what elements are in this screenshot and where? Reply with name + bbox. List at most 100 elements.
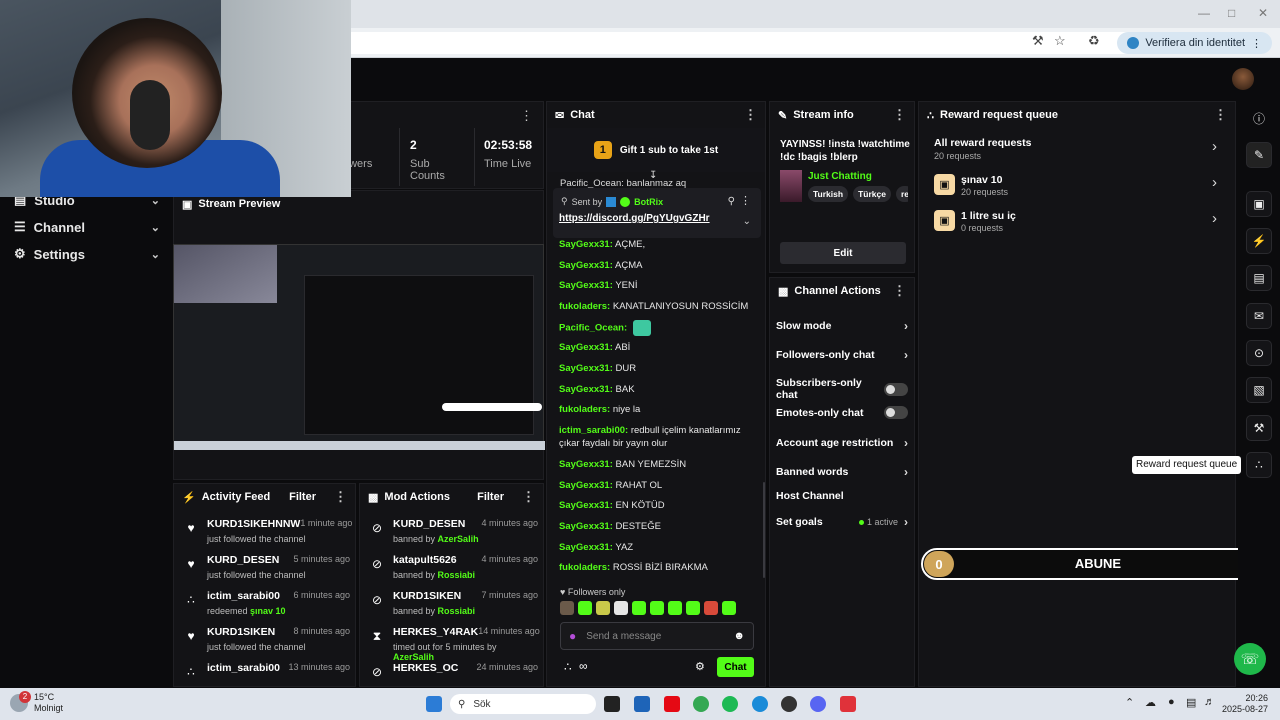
feed-item-name[interactable]: katapult5626 — [393, 554, 457, 566]
chat-username[interactable]: SayGexx31: — [559, 363, 613, 374]
kebab-icon[interactable]: ⋮ — [334, 489, 347, 505]
subscribers-only-toggle[interactable] — [884, 382, 908, 396]
store-icon[interactable] — [634, 696, 650, 712]
feed-item-highlight[interactable]: AzerSalih — [438, 534, 479, 544]
gear-icon[interactable]: ⚙ — [695, 660, 705, 673]
feed-item[interactable]: ∴ ictim_sarabi00 13 minutes ago — [184, 662, 350, 686]
screenshot-icon[interactable]: ▣ — [1246, 191, 1272, 217]
reward-row[interactable]: ▣ 1 litre su iç 0 requests › — [919, 202, 1235, 238]
feed-item[interactable]: ⧗ HERKES_Y4RAK 14 minutes ago timed out for… — [370, 626, 540, 662]
feed-item-name[interactable]: KURD1SIKEN — [207, 626, 275, 638]
wrench-icon[interactable]: ⚒ — [1246, 415, 1272, 441]
all-rewards-row[interactable]: All reward requests 20 requests › — [919, 130, 1235, 166]
feed-item[interactable]: ⊘ katapult5626 4 minutes ago banned by Ross… — [370, 554, 538, 590]
microphone-icon[interactable]: ● — [569, 629, 576, 643]
emote-icon[interactable] — [686, 601, 700, 615]
chat-icon[interactable]: ✉ — [1246, 303, 1272, 329]
extensions-icon[interactable]: ♻ — [1088, 33, 1100, 49]
clock[interactable]: 20:26 2025-08-27 — [1222, 693, 1268, 715]
minimize-icon[interactable]: — — [1198, 6, 1210, 20]
info-icon[interactable]: ⓘ — [1246, 105, 1272, 131]
document-icon[interactable]: ▤ — [1246, 265, 1272, 291]
slow-mode-item[interactable]: Slow mode › — [776, 319, 908, 333]
feed-item-name[interactable]: KURD_DESEN — [393, 518, 465, 530]
netflix-icon[interactable] — [664, 696, 680, 712]
feed-item-highlight[interactable]: Rossiabi — [438, 606, 476, 616]
reward-queue-icon[interactable]: ∴ — [1246, 452, 1272, 478]
microphone-icon[interactable]: ● — [1168, 696, 1175, 708]
feed-item[interactable]: ♥ KURD1SIKEHNNW 1 minute ago just followed … — [184, 518, 352, 554]
feed-item[interactable]: ♥ KURD_DESEN 5 minutes ago just followed th… — [184, 554, 350, 590]
rewards-icon[interactable]: ∴ — [564, 660, 572, 674]
chat-username[interactable]: fukoladers: — [559, 404, 610, 415]
kebab-icon[interactable]: ⋮ — [740, 194, 751, 207]
onedrive-icon[interactable]: ☁ — [1145, 696, 1156, 709]
tag-pill[interactable]: Turkish — [808, 186, 849, 202]
feed-item-name[interactable]: HERKES_OC — [393, 662, 458, 674]
feed-item-name[interactable]: HERKES_Y4RAK — [393, 626, 478, 638]
edge-icon[interactable] — [752, 696, 768, 712]
chat-username[interactable]: SayGexx31: — [559, 260, 613, 271]
emote-icon[interactable] — [614, 601, 628, 615]
emote-icon[interactable] — [632, 601, 646, 615]
weather-widget[interactable]: 2 15°C Molnigt — [10, 691, 63, 714]
chat-username[interactable]: SayGexx31: — [559, 342, 613, 353]
avatar[interactable] — [1232, 68, 1254, 90]
feed-item-highlight[interactable]: AzerSalih — [393, 652, 434, 662]
taskbar-search[interactable]: ⚲ Sök — [450, 694, 596, 714]
sidebar-item-channel[interactable]: ☰ Channel ⌄ — [14, 219, 160, 235]
pinned-link[interactable]: https://discord.gg/PgYUgvGZHr — [559, 213, 710, 224]
chat-username[interactable]: fukoladers: — [559, 301, 610, 312]
feed-item-highlight[interactable]: şınav 10 — [250, 606, 286, 616]
chat-username[interactable]: SayGexx31: — [559, 480, 613, 491]
feed-item[interactable]: ⊘ KURD_DESEN 4 minutes ago banned by AzerSa… — [370, 518, 538, 554]
set-goals-item[interactable]: Set goals 1 active › — [776, 515, 908, 529]
chat-username[interactable]: ictim_sarabi00: — [559, 425, 628, 436]
infinity-icon[interactable]: ∞ — [579, 659, 588, 673]
translate-icon[interactable]: ⚒ — [1032, 33, 1044, 49]
chat-send-button[interactable]: Chat — [717, 657, 754, 677]
account-age-item[interactable]: Account age restriction › — [776, 436, 908, 450]
emote-icon[interactable] — [722, 601, 736, 615]
kebab-icon[interactable]: ⋮ — [893, 283, 906, 299]
pinned-message[interactable]: ⚲ Sent by BotRix ⚲ ⋮ https://discord.gg/… — [553, 188, 761, 238]
emote-icon[interactable] — [560, 601, 574, 615]
chevron-down-icon[interactable]: ⌄ — [743, 216, 751, 227]
verify-identity-button[interactable]: Verifiera din identitet ⋮ — [1117, 32, 1272, 54]
chat-username[interactable]: SayGexx31: — [559, 280, 613, 291]
broadcast-icon[interactable]: ⊙ — [1246, 340, 1272, 366]
emote-icon[interactable] — [668, 601, 682, 615]
youtube-icon[interactable] — [840, 696, 856, 712]
emote-icon[interactable] — [650, 601, 664, 615]
kebab-icon[interactable]: ⋮ — [1214, 107, 1227, 123]
emote-icon[interactable] — [578, 601, 592, 615]
feed-item[interactable]: ⊘ HERKES_OC 24 minutes ago — [370, 662, 538, 686]
bolt-icon[interactable]: ⚡ — [1246, 228, 1272, 254]
filter-button[interactable]: Filter — [477, 491, 504, 503]
feed-item-name[interactable]: KURD1SIKEN — [393, 590, 461, 602]
emoji-icon[interactable]: ☻ — [733, 630, 745, 642]
emotes-only-toggle[interactable] — [884, 406, 908, 419]
feed-item-name[interactable]: ictim_sarabi00 — [207, 590, 280, 602]
banned-words-item[interactable]: Banned words › — [776, 465, 908, 479]
chat-username[interactable]: SayGexx31: — [559, 542, 613, 553]
chrome-icon[interactable] — [693, 696, 709, 712]
discord-icon[interactable] — [810, 696, 826, 712]
chat-username[interactable]: SayGexx31: — [559, 500, 613, 511]
sidebar-item-settings[interactable]: ⚙ Settings ⌄ — [14, 246, 160, 262]
feed-item-name[interactable]: KURD1SIKEHNNW — [207, 518, 300, 530]
followers-only-item[interactable]: Followers-only chat › — [776, 348, 908, 362]
chat-username[interactable]: fukoladers: — [559, 562, 610, 573]
emote-icon[interactable] — [596, 601, 610, 615]
stream-preview-video[interactable] — [173, 244, 545, 450]
feed-item-highlight[interactable]: Rossiabi — [438, 570, 476, 580]
tag-pill[interactable]: re — [895, 186, 908, 202]
filter-chat-icon[interactable]: ↧ — [649, 170, 657, 181]
network-icon[interactable]: ▤ — [1186, 696, 1196, 709]
feed-item[interactable]: ♥ KURD1SIKEN 8 minutes ago just followed th… — [184, 626, 350, 662]
kebab-icon[interactable]: ⋮ — [744, 107, 757, 123]
obs-icon[interactable] — [781, 696, 797, 712]
kebab-icon[interactable]: ⋮ — [520, 108, 533, 124]
chat-username[interactable]: SayGexx31: — [559, 384, 613, 395]
pin-icon[interactable]: ⚲ — [728, 196, 735, 207]
